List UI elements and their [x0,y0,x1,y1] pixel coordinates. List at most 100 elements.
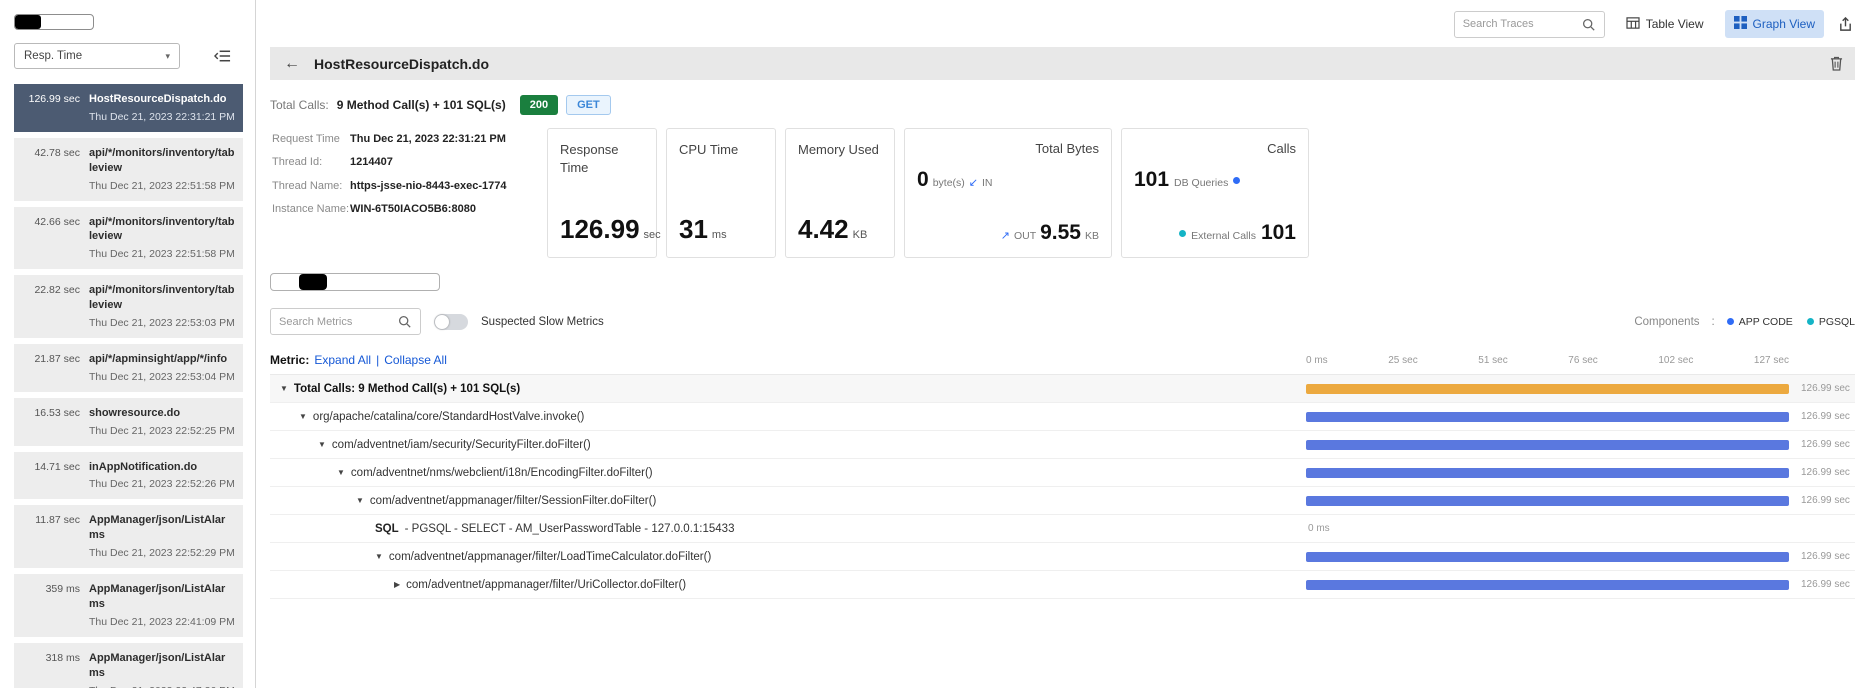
tree-toggle-arrow-icon[interactable]: ▼ [280,384,288,393]
detail-tab[interactable] [299,274,327,290]
total-bytes-card-label: Total Bytes [1035,141,1099,156]
metric-tree-row: ▼ org/apache/catalina/core/StandardHostV… [270,403,1855,431]
sort-dropdown[interactable]: Resp. Time ▾ [14,43,180,69]
trace-list-item[interactable]: 11.87 sec AppManager/json/ListAlarms Thu… [14,505,243,569]
metrics-toolbar: Suspected Slow Metrics Components : APP … [270,308,1855,335]
components-colon: : [1711,315,1715,328]
method-badge: GET [566,95,611,115]
page-title: HostResourceDispatch.do [314,55,490,72]
trace-list-item[interactable]: 42.66 sec api/*/monitors/inventory/table… [14,206,243,270]
trace-timestamp: Thu Dec 21, 2023 22:51:58 PM [89,179,235,192]
search-icon[interactable] [397,314,412,329]
duration-bar[interactable] [1306,551,1789,562]
slow-metrics-toggle[interactable] [434,313,468,330]
detail-tab[interactable] [327,274,355,290]
search-traces-input[interactable] [1462,18,1575,30]
timeline-value-text: 0 ms [1308,523,1330,534]
trace-list-item[interactable]: 359 ms AppManager/json/ListAlarms Thu De… [14,574,243,637]
metric-tree-row: ▼ com/adventnet/appmanager/filter/LoadTi… [270,543,1855,571]
trace-filter-tab[interactable] [67,15,93,29]
detail-tab[interactable] [271,274,299,290]
duration-bar[interactable] [1306,439,1789,450]
tree-toggle-arrow-icon[interactable]: ▼ [337,468,345,477]
tree-toggle-arrow-icon[interactable]: ▶ [394,580,400,589]
thread-id-value: 1214407 [350,156,393,169]
external-calls-label: External Calls [1191,230,1256,242]
timeline-tick-label: 25 sec [1388,354,1418,366]
detail-tab[interactable] [355,274,383,290]
trace-item-body: showresource.do Thu Dec 21, 2023 22:52:2… [89,406,235,437]
total-calls-label: Total Calls: [270,98,329,112]
trace-filter-tab[interactable] [15,15,41,29]
trace-timestamp: Thu Dec 21, 2023 22:52:25 PM [89,424,235,437]
tree-toggle-arrow-icon[interactable]: ▼ [375,552,383,561]
trace-name: HostResourceDispatch.do [89,93,227,105]
status-badge: 200 [519,95,559,115]
response-time-value: 126.99 [560,214,640,244]
detail-tab[interactable] [411,274,439,290]
trace-list-item[interactable]: 14.71 sec inAppNotification.do Thu Dec 2… [14,451,243,500]
bytes-out-value: 9.55 [1040,221,1081,244]
back-arrow-icon[interactable]: ← [282,55,302,72]
trace-item-body: api/*/monitors/inventory/tableview Thu D… [89,215,235,261]
trace-response-time: 359 ms [45,583,80,596]
trace-list-item[interactable]: 126.99 sec HostResourceDispatch.do Thu D… [14,84,243,132]
metric-label: com/adventnet/appmanager/filter/LoadTime… [388,550,712,563]
collapse-panel-icon[interactable] [212,47,233,65]
trace-list-item[interactable]: 16.53 sec showresource.do Thu Dec 21, 20… [14,397,243,446]
collapse-all-link[interactable]: Collapse All [384,353,447,367]
duration-bar[interactable] [1306,579,1789,590]
metric-timeline-cell [1306,411,1793,422]
duration-bar[interactable] [1306,411,1789,422]
table-icon [1626,16,1640,32]
detail-tab[interactable] [383,274,411,290]
metric-duration: 126.99 sec [1801,579,1850,590]
main-panel: Table View Graph View ← HostResourceDisp… [256,0,1869,688]
search-icon[interactable] [1581,17,1596,32]
outgoing-arrow-icon: ↗ [1000,230,1010,242]
tree-toggle-arrow-icon[interactable]: ▼ [356,496,364,505]
response-time-card-label: Response Time [560,142,619,175]
metric-timeline-cell [1306,383,1793,394]
trace-list-item[interactable]: 318 ms AppManager/json/ListAlarms Thu De… [14,642,243,688]
metric-duration: 126.99 sec [1801,411,1850,422]
share-icon[interactable] [1836,15,1855,34]
timeline-tick-label: 102 sec [1658,354,1694,366]
duration-bar[interactable] [1306,383,1789,394]
memory-used-unit: KB [852,229,868,241]
metric-timeline-cell [1306,579,1793,590]
bytes-out-row: ↗ OUT 9.55 KB [1001,221,1099,245]
tree-toggle-arrow-icon[interactable]: ▼ [318,440,326,449]
table-view-button[interactable]: Table View [1617,11,1713,38]
trace-timestamp: Thu Dec 21, 2023 22:52:26 PM [89,478,235,491]
duration-bar[interactable] [1306,467,1789,478]
trace-filter-tab[interactable] [41,15,67,29]
metric-header-row: Metric: Expand All | Collapse All 0 ms 25… [270,353,1855,374]
delete-trace-icon[interactable] [1830,56,1843,71]
trace-name: api/*/monitors/inventory/tableview [89,215,235,243]
external-calls-dot [1179,229,1187,237]
metric-label: com/adventnet/iam/security/SecurityFilte… [331,438,591,451]
metric-tree-row: ▼ com/adventnet/iam/security/SecurityFil… [270,431,1855,459]
trace-name: showresource.do [89,406,181,419]
request-time-label: Request Time [272,133,340,145]
expand-all-link[interactable]: Expand All [314,353,371,367]
search-metrics-input[interactable] [279,315,391,328]
trace-list-item[interactable]: 42.78 sec api/*/monitors/inventory/table… [14,137,243,201]
trace-item-body: AppManager/json/ListAlarms Thu Dec 21, 2… [89,513,235,559]
trace-response-time: 42.78 sec [34,146,80,159]
metric-label-cell: ▼ Total Calls: 9 Method Call(s) + 101 SQ… [270,383,1306,395]
trace-response-time: 318 ms [45,651,80,664]
bytes-in-value: 0 [917,168,929,191]
trace-timestamp: Thu Dec 21, 2023 22:53:04 PM [89,370,235,383]
legend-dot [1806,318,1814,325]
duration-bar[interactable] [1306,495,1789,506]
metric-duration: 126.99 sec [1801,495,1850,506]
toggle-knob [435,314,449,329]
trace-list-item[interactable]: 21.87 sec api/*/apminsight/app/*/info Th… [14,343,243,392]
thread-id-label: Thread Id: [272,156,323,169]
tree-toggle-arrow-icon[interactable]: ▼ [299,412,307,421]
trace-item-body: api/*/monitors/inventory/tableview Thu D… [89,283,235,329]
trace-list-item[interactable]: 22.82 sec api/*/monitors/inventory/table… [14,275,243,338]
graph-view-button[interactable]: Graph View [1724,10,1824,38]
